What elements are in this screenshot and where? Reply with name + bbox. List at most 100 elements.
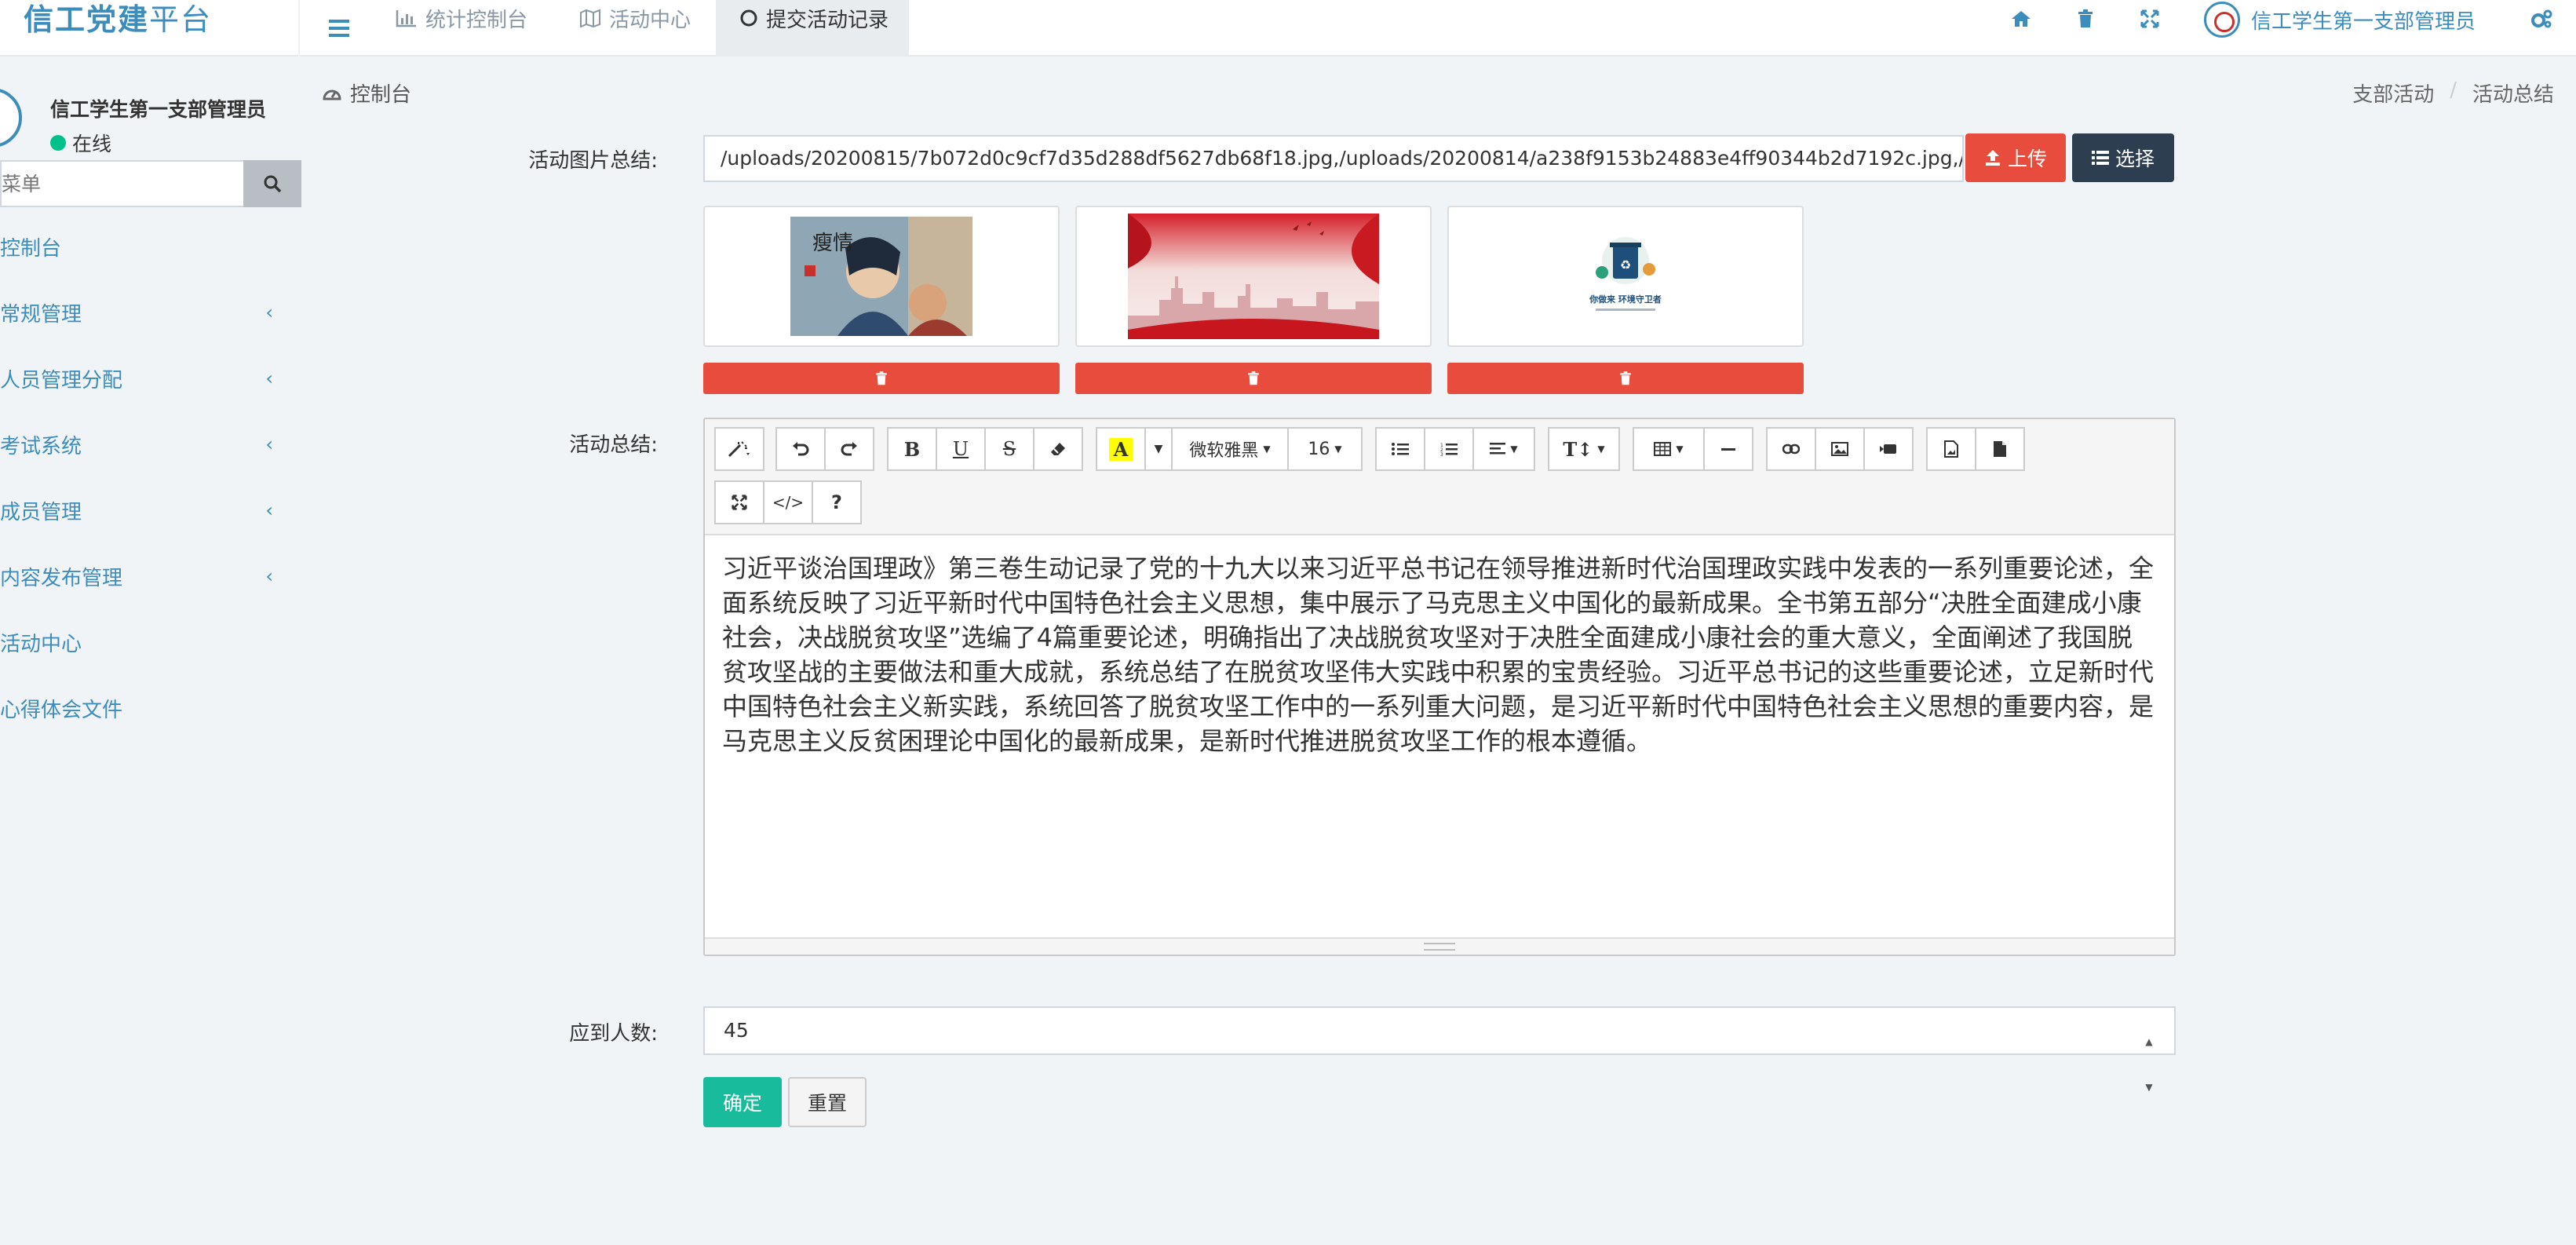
user-panel: 信工学生第一支部管理员 在线 (0, 74, 301, 168)
top-header: 信工党建平台 统计控制台 活动中心 提交活动记录 信工学生第一支部管理员 (0, 0, 2576, 57)
thumb-caption: 你做来 环境守卫者 (1589, 294, 1662, 305)
images-path-input[interactable]: /uploads/20200815/7b072d0c9cf7d35d288df5… (703, 135, 1964, 182)
magic-wand-icon (728, 441, 750, 458)
redo-button[interactable] (824, 427, 874, 471)
code-view-button[interactable]: </> (763, 480, 813, 524)
fullscreen-editor-button[interactable] (714, 480, 764, 524)
delete-image-button[interactable] (703, 363, 1060, 394)
sidebar-item-activity[interactable]: 活动中心 (0, 609, 301, 675)
sidebar-avatar (0, 88, 22, 148)
submit-button[interactable]: 确定 (703, 1077, 782, 1127)
sidebar-item-console[interactable]: 控制台 (0, 214, 301, 279)
avatar (2204, 2, 2240, 38)
breadcrumb-item[interactable]: 支部活动 (2352, 78, 2434, 108)
page-title: 控制台 (322, 78, 411, 108)
sidebar-item-general[interactable]: 常规管理 ‹ (0, 279, 301, 345)
undo-button[interactable] (775, 427, 826, 471)
bold-button[interactable]: B (887, 427, 937, 471)
sidebar-item-label: 考试系统 (0, 434, 82, 458)
image-thumbnail[interactable] (1075, 206, 1432, 347)
upload-button[interactable]: 上传 (1965, 133, 2066, 182)
choose-label: 选择 (2114, 148, 2155, 170)
line-height-button[interactable]: T↕ ▼ (1548, 427, 1620, 471)
image-thumbnail[interactable]: 瘦情 (703, 206, 1060, 347)
app-logo[interactable]: 信工党建平台 (24, 0, 212, 39)
image-thumbnail[interactable]: ♻ 你做来 环境守卫者 (1447, 206, 1804, 347)
attendance-input[interactable]: 45 ▲ ▼ (703, 1006, 2176, 1093)
font-color-button[interactable]: A (1096, 427, 1146, 471)
question-icon: ? (831, 491, 842, 513)
editor-resize-handle[interactable] (705, 937, 2174, 955)
trash-icon (1620, 371, 1631, 385)
search-input[interactable] (0, 160, 243, 207)
numbered-list-button[interactable]: 123 (1424, 427, 1474, 471)
spinner-down-icon: ▼ (2145, 1082, 2153, 1093)
logo-text-thin: 平台 (149, 2, 213, 37)
home-button[interactable] (2009, 3, 2033, 35)
font-color-dropdown[interactable]: ▼ (1144, 427, 1173, 471)
bulleted-list-button[interactable] (1375, 427, 1425, 471)
underline-icon: U (952, 438, 969, 460)
sidebar-item-label: 常规管理 (0, 302, 82, 327)
header-user-name: 信工学生第一支部管理员 (2251, 9, 2476, 34)
expand-icon (2140, 9, 2159, 28)
city-skyline-image (1128, 214, 1379, 339)
upload-icon (1985, 150, 2000, 166)
search-button[interactable] (243, 160, 301, 207)
delete-image-button[interactable] (1447, 363, 1804, 394)
sidebar-item-exam[interactable]: 考试系统 ‹ (0, 411, 301, 477)
sidebar-item-members[interactable]: 成员管理 ‹ (0, 477, 301, 543)
underline-button[interactable]: U (936, 427, 986, 471)
video-button[interactable] (1863, 427, 1914, 471)
tab-activity-center[interactable]: 活动中心 (562, 0, 716, 57)
text-height-icon: T↕ (1563, 437, 1593, 461)
undo-icon (793, 442, 809, 456)
sidebar-menu: 控制台 常规管理 ‹ 人员管理分配 ‹ 考试系统 ‹ 成员管理 ‹ 内容发布管理 ‹ 活动… (0, 214, 301, 741)
sidebar-search (0, 160, 301, 207)
caret-down-icon: ▼ (1263, 444, 1271, 455)
clear-cache-button[interactable] (2075, 3, 2096, 35)
attendance-value: 45 (724, 1019, 749, 1042)
table-button[interactable]: ▼ (1633, 427, 1705, 471)
horizontal-rule-button[interactable] (1703, 427, 1753, 471)
font-family-select[interactable]: 微软雅黑 ▼ (1171, 427, 1289, 471)
strikethrough-button[interactable]: S (984, 427, 1034, 471)
caret-down-icon: ▼ (1154, 443, 1163, 455)
fullscreen-button[interactable] (2138, 3, 2162, 35)
caret-down-icon: ▼ (1676, 444, 1684, 455)
file-icon (1994, 441, 2006, 457)
tab-submit-label: 提交活动记录 (766, 8, 889, 32)
code-icon: </> (772, 493, 805, 512)
tab-submit-record[interactable]: 提交活动记录 (716, 0, 909, 57)
user-menu[interactable]: 信工学生第一支部管理员 (2204, 0, 2476, 39)
paragraph-align-button[interactable]: ▼ (1472, 427, 1535, 471)
style-button[interactable] (714, 427, 764, 471)
font-size-select[interactable]: 16 ▼ (1287, 427, 1363, 471)
insert-file-button[interactable] (1975, 427, 2025, 471)
sidebar-item-label: 成员管理 (0, 500, 82, 524)
rich-text-editor: B U S A ▼ 微软雅黑 ▼ 16 ▼ 123 ▼ T↕ ▼ ▼ </> ?… (703, 418, 2176, 956)
upload-label: 上传 (2007, 148, 2047, 170)
font-color-icon: A (1108, 437, 1133, 461)
chevron-left-icon: ‹ (265, 301, 273, 323)
clear-format-button[interactable] (1033, 427, 1083, 471)
tab-stats-console[interactable]: 统计控制台 (377, 0, 559, 57)
insert-image-file-button[interactable] (1926, 427, 1976, 471)
number-spinner[interactable]: ▲ ▼ (2143, 1019, 2155, 1093)
ordered-list-icon: 123 (1440, 443, 1458, 456)
delete-image-button[interactable] (1075, 363, 1432, 394)
link-button[interactable] (1766, 427, 1816, 471)
strikethrough-icon: S (1002, 438, 1016, 460)
sidebar-toggle-button[interactable] (301, 0, 377, 57)
sidebar-item-experience[interactable]: 心得体会文件 (0, 675, 301, 741)
expand-icon (732, 495, 747, 510)
image-button[interactable] (1815, 427, 1865, 471)
control-sidebar-button[interactable] (2529, 3, 2554, 35)
help-button[interactable]: ? (812, 480, 862, 524)
choose-button[interactable]: 选择 (2072, 133, 2174, 182)
sidebar-item-staff[interactable]: 人员管理分配 ‹ (0, 345, 301, 411)
editor-content[interactable]: 习近平谈治国理政》第三卷生动记录了党的十九大以来习近平总书记在领导推进新时代治国… (705, 537, 2174, 914)
sidebar-item-content[interactable]: 内容发布管理 ‹ (0, 543, 301, 609)
status-text: 在线 (72, 133, 112, 155)
reset-button[interactable]: 重置 (788, 1077, 867, 1127)
